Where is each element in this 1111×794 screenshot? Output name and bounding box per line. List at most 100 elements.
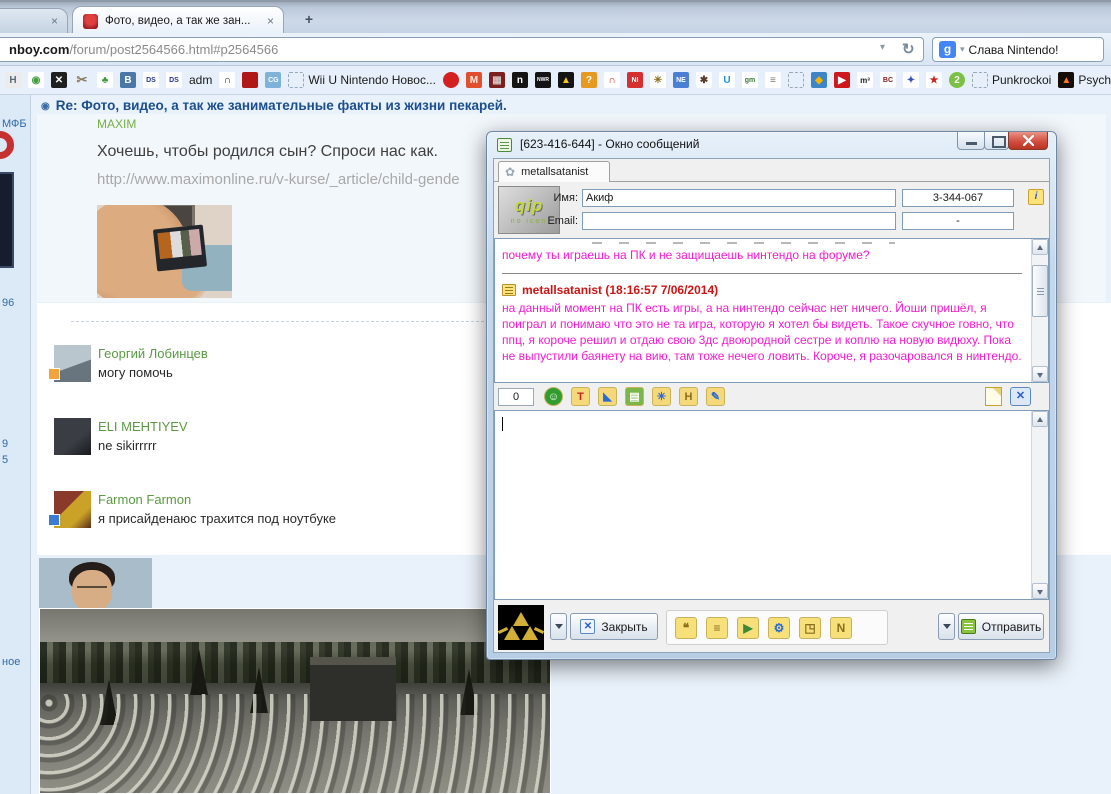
scroll-up-button[interactable] — [1032, 239, 1048, 255]
email-extra-field[interactable]: - — [902, 212, 1014, 230]
scrollbar-thumb[interactable] — [1032, 265, 1048, 317]
email-field[interactable] — [582, 212, 896, 230]
bookmark-m3[interactable]: m³ — [857, 72, 873, 88]
toolbar-smiley[interactable]: ☺ — [544, 387, 563, 406]
bookmark-red-star[interactable]: ★ — [926, 72, 942, 88]
bookmark-drive-box[interactable]: ◆ — [811, 72, 827, 88]
own-avatar-triforce[interactable] — [498, 605, 544, 650]
bookmark-adm[interactable]: adm — [189, 73, 212, 87]
send-options-dropdown[interactable] — [938, 613, 955, 640]
toolbar-text-color[interactable]: T — [571, 387, 590, 406]
bookmark-pixel-x[interactable]: ✕ — [51, 72, 67, 88]
bookmark-mario[interactable]: M — [466, 72, 482, 88]
bookmark-b-blue[interactable]: B — [120, 72, 136, 88]
history-message: почему ты играешь на ПК и не защищаешь н… — [502, 247, 1024, 263]
bottom-template[interactable]: ≡ — [706, 617, 728, 639]
commenter-name-link[interactable]: Farmon Farmon — [98, 492, 191, 507]
bookmark-mushroom[interactable]: ∩ — [604, 72, 620, 88]
bottom-notes-n[interactable]: N — [830, 617, 852, 639]
history-scrollbar[interactable] — [1031, 239, 1048, 382]
bookmark-ni-red[interactable]: NI — [627, 72, 643, 88]
bookmark-bc[interactable]: BC — [880, 72, 896, 88]
bookmark-gm[interactable]: gm — [742, 72, 758, 88]
bookmark-headphones[interactable]: ∩ — [219, 72, 235, 88]
search-input[interactable]: Слава Nintendo! — [969, 43, 1059, 57]
send-icon — [961, 619, 976, 634]
bookmark-punkrockoi[interactable]: Punkrockoi — [972, 72, 1051, 88]
bottom-dictionary[interactable]: ▶ — [737, 617, 759, 639]
tab-close-icon[interactable]: × — [51, 14, 58, 28]
bookmark-psycho[interactable]: ▲ Psycho !!! — [1058, 72, 1111, 88]
background-tab[interactable]: × — [0, 8, 68, 36]
commenter-name-link[interactable]: ELI MEHTIYEV — [98, 419, 188, 434]
bookmark-icon: ◉ — [28, 72, 44, 88]
toolbar-image-edit[interactable]: ✎ — [706, 387, 725, 406]
bookmark-ds-2[interactable]: DS — [166, 72, 182, 88]
bookmark-red-hood[interactable] — [242, 72, 258, 88]
scroll-up-button[interactable] — [1032, 411, 1048, 427]
bookmark-wiiu-u[interactable]: U — [719, 72, 735, 88]
bookmark-dotted-1[interactable] — [788, 72, 804, 88]
bookmark-starburst[interactable]: ✳ — [650, 72, 666, 88]
bookmark-youtube[interactable]: ▶ — [834, 72, 850, 88]
post-image[interactable] — [97, 205, 232, 298]
bottom-journal[interactable]: ◳ — [799, 617, 821, 639]
bookmark-gold-triangle[interactable]: ▲ — [558, 72, 574, 88]
bookmark-question-block[interactable]: ? — [581, 72, 597, 88]
post-link[interactable]: http://www.maximonline.ru/v-kurse/_artic… — [97, 171, 460, 188]
bookmark-note-clip[interactable]: ≡ — [765, 72, 781, 88]
toolbar-background-color[interactable]: ◣ — [598, 387, 617, 406]
url-bar[interactable]: nboy.com/forum/post2564566.html#p2564566 — [0, 37, 924, 62]
bookmark-wiiu-news[interactable]: Wii U Nintendo Новос... — [288, 72, 436, 88]
fragment-number: 5 — [2, 454, 8, 466]
bookmark-recycle-green[interactable]: ◉ — [28, 72, 44, 88]
bottom-settings-wrench[interactable]: ⚙ — [768, 617, 790, 639]
bookmark-meat[interactable] — [443, 72, 459, 88]
contact-tab[interactable]: ✿ metallsatanist — [498, 161, 610, 182]
bookmark-icon: ★ — [926, 72, 942, 88]
toolbar-save[interactable]: ▤ — [625, 387, 644, 406]
close-chat-button[interactable]: ✕ Закрыть — [570, 613, 658, 640]
new-tab-button[interactable]: + — [296, 11, 322, 29]
commenter-name-link[interactable]: Георгий Лобинцев — [98, 346, 208, 361]
bookmark-cg[interactable]: CG — [265, 72, 281, 88]
bookmark-n-black[interactable]: n — [512, 72, 528, 88]
toolbar-file-transfer[interactable]: ✳ — [652, 387, 671, 406]
post-text: Хочешь, чтобы родился сын? Спроси нас ка… — [97, 143, 438, 161]
send-button[interactable]: Отправить — [958, 613, 1044, 640]
url-dropdown-icon[interactable]: ▾ — [880, 42, 885, 53]
bookmark-nwr[interactable]: NWR — [535, 72, 551, 88]
bookmark-bug[interactable]: ✱ — [696, 72, 712, 88]
scroll-down-button[interactable] — [1032, 366, 1048, 382]
post-author-link[interactable]: MAXIM — [97, 117, 136, 131]
toolbar-history[interactable]: H — [679, 387, 698, 406]
toolbar-close-icon[interactable]: ✕ — [1010, 387, 1031, 406]
bookmark-skier[interactable]: ✦ — [903, 72, 919, 88]
close-options-dropdown[interactable] — [550, 613, 567, 640]
commenter-avatar[interactable] — [54, 418, 91, 455]
message-input-area[interactable] — [494, 410, 1049, 600]
new-note-icon[interactable] — [985, 387, 1002, 406]
name-field[interactable]: Акиф — [582, 189, 896, 207]
search-engine-dropdown-icon[interactable]: ▾ — [960, 44, 965, 55]
maximize-button[interactable] — [984, 132, 1009, 150]
scroll-down-button[interactable] — [1032, 583, 1048, 599]
uin-field[interactable]: 3-344-067 — [902, 189, 1014, 207]
search-box[interactable]: g ▾ Слава Nintendo! — [932, 37, 1104, 62]
close-window-button[interactable] — [1008, 132, 1048, 150]
bookmark-ds-1[interactable]: DS — [143, 72, 159, 88]
bookmark-castle[interactable]: ▦ — [489, 72, 505, 88]
tab-close-icon[interactable]: × — [267, 14, 274, 28]
minimize-button[interactable] — [957, 132, 985, 150]
bookmark-green-trees[interactable]: ♣ — [97, 72, 113, 88]
bookmark-ne-blue[interactable]: NE — [673, 72, 689, 88]
contact-info-icon[interactable]: i — [1028, 189, 1044, 205]
bookmark-green-2[interactable]: 2 — [949, 72, 965, 88]
bookmark-h-site[interactable]: H — [5, 72, 21, 88]
active-tab[interactable]: Фото, видео, а так же зан... × — [72, 6, 284, 36]
bookmark-scissors[interactable]: ✂ — [74, 72, 90, 88]
message-history[interactable]: почему ты играешь на ПК и не защищаешь н… — [494, 238, 1049, 383]
reload-icon[interactable]: ↻ — [902, 40, 915, 58]
input-scrollbar[interactable] — [1031, 411, 1048, 599]
bottom-quote[interactable]: ❝ — [675, 617, 697, 639]
